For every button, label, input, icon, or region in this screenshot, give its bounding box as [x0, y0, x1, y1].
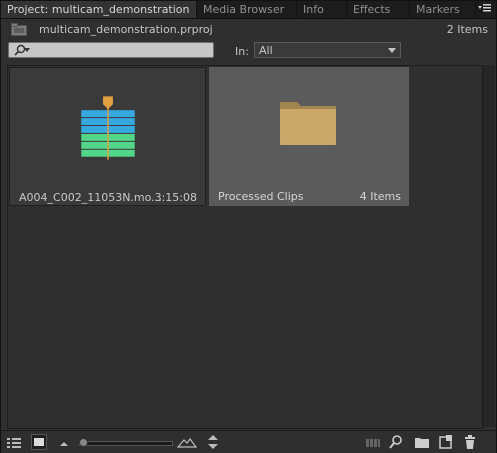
tab-markers[interactable]: Markers — [410, 1, 476, 18]
zoom-slider-thumb[interactable] — [79, 438, 88, 447]
panel-tab-bar: Project: multicam_demonstration× Media B… — [1, 1, 496, 19]
tab-project[interactable]: Project: multicam_demonstration× — [1, 1, 197, 18]
item-count-badge: 4 Items — [359, 190, 401, 203]
icon-view-area[interactable]: A004_C002_11053N.mo... 3:15:08 Processed… — [7, 65, 483, 429]
in-label: In: — [235, 45, 249, 58]
small-mountain-icon — [60, 442, 68, 446]
item-name: Processed Clips — [218, 190, 304, 203]
list-view-button[interactable] — [6, 434, 22, 450]
sort-button[interactable] — [205, 434, 221, 450]
item-name: A004_C002_11053N.mo... — [19, 191, 162, 204]
icon-view-icon — [34, 438, 44, 446]
zoom-out-button[interactable] — [57, 434, 73, 450]
automate-sequence-icon — [366, 439, 380, 447]
in-filter-dropdown[interactable]: All — [254, 42, 401, 58]
new-item-button[interactable] — [438, 434, 454, 450]
find-button[interactable] — [388, 434, 404, 450]
search-options-chevron-icon[interactable] — [24, 48, 30, 52]
icon-view-button[interactable] — [31, 434, 47, 450]
project-file-icon — [11, 23, 27, 36]
automate-to-sequence-button[interactable] — [365, 434, 381, 450]
bottom-toolbar — [1, 430, 496, 453]
project-item-clip[interactable]: A004_C002_11053N.mo... 3:15:08 — [9, 67, 206, 206]
tab-info-label: Info — [303, 3, 324, 16]
tab-media-browser[interactable]: Media Browser — [197, 1, 297, 18]
project-info-row: multicam_demonstration.prproj 2 Items — [1, 19, 496, 41]
tab-project-label: Project: multicam_demonstration — [7, 3, 190, 16]
item-count: 2 Items — [446, 23, 488, 36]
new-bin-button[interactable] — [414, 434, 430, 450]
project-item-bin[interactable]: Processed Clips 4 Items — [209, 67, 409, 206]
zoom-in-button[interactable] — [176, 434, 198, 450]
list-view-icon — [7, 438, 21, 448]
tab-info[interactable]: Info — [297, 1, 347, 18]
tab-markers-label: Markers — [416, 3, 460, 16]
new-item-icon — [439, 435, 452, 449]
project-file-name: multicam_demonstration.prproj — [39, 23, 213, 36]
tab-media-browser-label: Media Browser — [203, 3, 285, 16]
trash-icon — [465, 435, 475, 449]
vertical-scrollbar[interactable] — [482, 65, 495, 427]
find-icon — [389, 435, 402, 449]
in-filter-value: All — [259, 44, 273, 57]
multicam-clip-icon — [81, 96, 135, 160]
new-bin-icon — [415, 438, 429, 448]
search-input[interactable] — [31, 43, 211, 57]
sort-arrows-icon — [208, 435, 218, 449]
large-mountain-icon — [176, 438, 198, 448]
search-row: In: All — [1, 41, 496, 61]
tab-effects[interactable]: Effects — [347, 1, 410, 18]
clear-button[interactable] — [462, 434, 478, 450]
zoom-slider-track[interactable] — [79, 441, 173, 446]
folder-icon — [280, 102, 336, 145]
search-field[interactable] — [8, 42, 214, 58]
item-duration: 3:15:08 — [154, 191, 197, 204]
panel-menu-icon[interactable] — [476, 1, 494, 18]
tab-effects-label: Effects — [353, 3, 391, 16]
project-panel: Project: multicam_demonstration× Media B… — [0, 0, 497, 453]
chevron-down-icon — [388, 48, 396, 53]
